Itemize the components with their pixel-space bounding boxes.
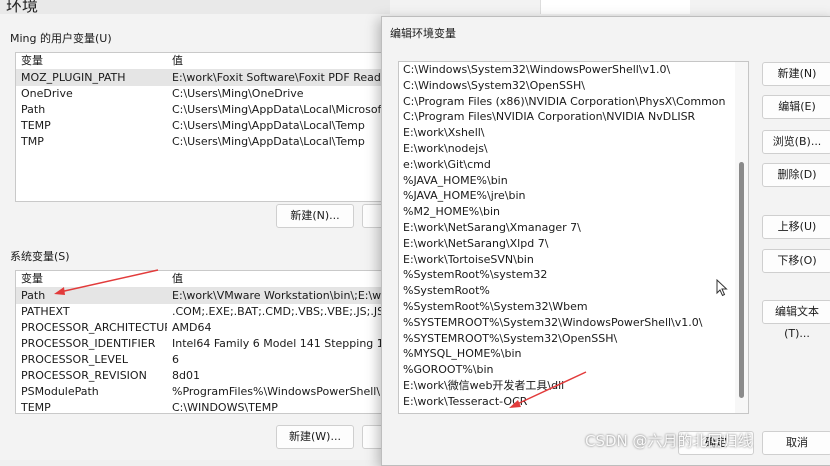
- variable-name: Path: [21, 289, 46, 302]
- list-scrollbar[interactable]: [735, 62, 748, 413]
- variable-name: TEMP: [21, 119, 51, 132]
- variable-name: PROCESSOR_REVISION: [21, 369, 147, 382]
- column-header-name[interactable]: 变量: [16, 271, 167, 287]
- column-header-name[interactable]: 变量: [16, 53, 167, 69]
- list-item[interactable]: E:\work\TortoiseSVN\bin: [399, 252, 735, 268]
- edit-text-button[interactable]: 编辑文本(T)...: [762, 300, 830, 340]
- table-row[interactable]: PATHEXT .COM;.EXE;.BAT;.CMD;.VBS;.VBE;.J…: [16, 304, 384, 320]
- table-row[interactable]: PROCESSOR_REVISION 8d01: [16, 368, 384, 384]
- edit-environment-variable-dialog: 编辑环境变量 C:\Windows\System32\WindowsPowerS…: [381, 16, 830, 466]
- table-row[interactable]: PROCESSOR_IDENTIFIER Intel64 Family 6 Mo…: [16, 336, 384, 352]
- window-title: 环境: [6, 0, 39, 14]
- table-row[interactable]: TMP C:\Users\Ming\AppData\Local\Temp: [16, 134, 384, 150]
- variable-name: PATHEXT: [21, 305, 70, 318]
- list-item[interactable]: %M2_HOME%\bin: [399, 204, 735, 220]
- list-item[interactable]: E:\work\微信web开发者工具\dll: [399, 378, 735, 394]
- variable-value: %ProgramFiles%\WindowsPowerShell\Modules…: [172, 385, 384, 398]
- table-header: 变量 值: [16, 271, 384, 288]
- new-button[interactable]: 新建(N): [762, 62, 830, 86]
- column-header-value[interactable]: 值: [167, 53, 384, 69]
- column-header-value[interactable]: 值: [167, 271, 384, 287]
- variable-name: TMP: [21, 135, 44, 148]
- table-row[interactable]: MOZ_PLUGIN_PATH E:\work\Foxit Software\F…: [16, 70, 384, 86]
- variable-value: 8d01: [172, 369, 200, 382]
- table-row[interactable]: PROCESSOR_ARCHITECTURE AMD64: [16, 320, 384, 336]
- list-item[interactable]: C:\Program Files\NVIDIA Corporation\NVID…: [399, 109, 735, 125]
- variable-value: Intel64 Family 6 Model 141 Stepping 1, G…: [172, 337, 384, 350]
- table-row[interactable]: TEMP C:\WINDOWS\TEMP: [16, 400, 384, 414]
- variable-value: C:\Users\Ming\AppData\Local\Microsoft\Wi…: [172, 103, 384, 116]
- variable-name: OneDrive: [21, 87, 73, 100]
- delete-button[interactable]: 删除(D): [762, 163, 830, 187]
- list-item[interactable]: %SYSTEMROOT%\System32\OpenSSH\: [399, 331, 735, 347]
- system-variables-table[interactable]: 变量 值 Path E:\work\VMware Workstation\bin…: [15, 270, 385, 414]
- list-item[interactable]: %SystemRoot%\system32: [399, 267, 735, 283]
- list-item[interactable]: %GOROOT%\bin: [399, 362, 735, 378]
- list-item[interactable]: E:\work\NetSarang\Xlpd 7\: [399, 236, 735, 252]
- table-row[interactable]: Path C:\Users\Ming\AppData\Local\Microso…: [16, 102, 384, 118]
- window-title-bar: 环境: [0, 0, 390, 14]
- scrollbar-thumb[interactable]: [739, 162, 744, 398]
- mouse-cursor-icon: [716, 279, 728, 297]
- table-header: 变量 值: [16, 53, 384, 70]
- system-variables-label: 系统变量(S): [10, 250, 70, 263]
- variable-name: PROCESSOR_IDENTIFIER: [21, 337, 156, 350]
- variable-name: PROCESSOR_ARCHITECTURE: [21, 321, 167, 334]
- table-row[interactable]: TEMP C:\Users\Ming\AppData\Local\Temp: [16, 118, 384, 134]
- variable-value: 6: [172, 353, 179, 366]
- list-item[interactable]: e:\work\Git\cmd: [399, 157, 735, 173]
- cancel-button[interactable]: 取消: [762, 431, 830, 455]
- path-entries-list[interactable]: C:\Windows\System32\WindowsPowerShell\v1…: [398, 61, 749, 414]
- table-row[interactable]: PSModulePath %ProgramFiles%\WindowsPower…: [16, 384, 384, 400]
- list-item[interactable]: C:\Windows\System32\OpenSSH\: [399, 78, 735, 94]
- list-item[interactable]: E:\work\Tesseract-OCR: [399, 394, 735, 410]
- browse-button[interactable]: 浏览(B)...: [762, 130, 830, 154]
- move-up-button[interactable]: 上移(U): [762, 215, 830, 239]
- list-item[interactable]: C:\Program Files (x86)\NVIDIA Corporatio…: [399, 94, 735, 110]
- list-item[interactable]: E:\work\nodejs\: [399, 141, 735, 157]
- variable-value: C:\WINDOWS\TEMP: [172, 401, 278, 414]
- edit-button[interactable]: 编辑(E): [762, 95, 830, 119]
- user-variables-table[interactable]: 变量 值 MOZ_PLUGIN_PATH E:\work\Foxit Softw…: [15, 52, 385, 202]
- variable-name: PROCESSOR_LEVEL: [21, 353, 129, 366]
- variable-value: E:\work\VMware Workstation\bin\;E:\work\: [172, 289, 384, 302]
- variable-value: AMD64: [172, 321, 212, 334]
- list-item[interactable]: E:\work\NetSarang\Xmanager 7\: [399, 220, 735, 236]
- list-item[interactable]: %SystemRoot%\System32\Wbem: [399, 299, 735, 315]
- move-down-button[interactable]: 下移(O): [762, 249, 830, 273]
- table-row[interactable]: OneDrive C:\Users\Ming\OneDrive: [16, 86, 384, 102]
- list-item[interactable]: E:\work\Xshell\: [399, 125, 735, 141]
- dialog-title: 编辑环境变量: [390, 27, 456, 40]
- variable-value: .COM;.EXE;.BAT;.CMD;.VBS;.VBE;.JS;.JSE;.…: [172, 305, 384, 318]
- list-item[interactable]: %SystemRoot%: [399, 283, 735, 299]
- variable-name: PSModulePath: [21, 385, 99, 398]
- user-new-button[interactable]: 新建(N)...: [276, 204, 354, 228]
- variable-value: E:\work\Foxit Software\Foxit PDF Reader\…: [172, 71, 384, 84]
- variable-value: C:\Users\Ming\AppData\Local\Temp: [172, 119, 365, 132]
- variable-name: MOZ_PLUGIN_PATH: [21, 71, 126, 84]
- list-item[interactable]: %SYSTEMROOT%\System32\WindowsPowerShell\…: [399, 315, 735, 331]
- variable-value: C:\Users\Ming\OneDrive: [172, 87, 304, 100]
- table-row[interactable]: PROCESSOR_LEVEL 6: [16, 352, 384, 368]
- table-row[interactable]: Path E:\work\VMware Workstation\bin\;E:\…: [16, 288, 384, 304]
- user-variables-label: Ming 的用户变量(U): [10, 32, 112, 45]
- list-item[interactable]: %JAVA_HOME%\jre\bin: [399, 188, 735, 204]
- variable-value: C:\Users\Ming\AppData\Local\Temp: [172, 135, 365, 148]
- variable-name: Path: [21, 103, 46, 116]
- csdn-watermark: CSDN @六月的北回归线: [585, 432, 753, 450]
- variable-name: TEMP: [21, 401, 51, 414]
- background-panel: [540, 0, 690, 14]
- list-item[interactable]: C:\Windows\System32\WindowsPowerShell\v1…: [399, 62, 735, 78]
- list-item[interactable]: %MYSQL_HOME%\bin: [399, 346, 735, 362]
- list-item[interactable]: %JAVA_HOME%\bin: [399, 173, 735, 189]
- system-new-button[interactable]: 新建(W)...: [276, 425, 354, 449]
